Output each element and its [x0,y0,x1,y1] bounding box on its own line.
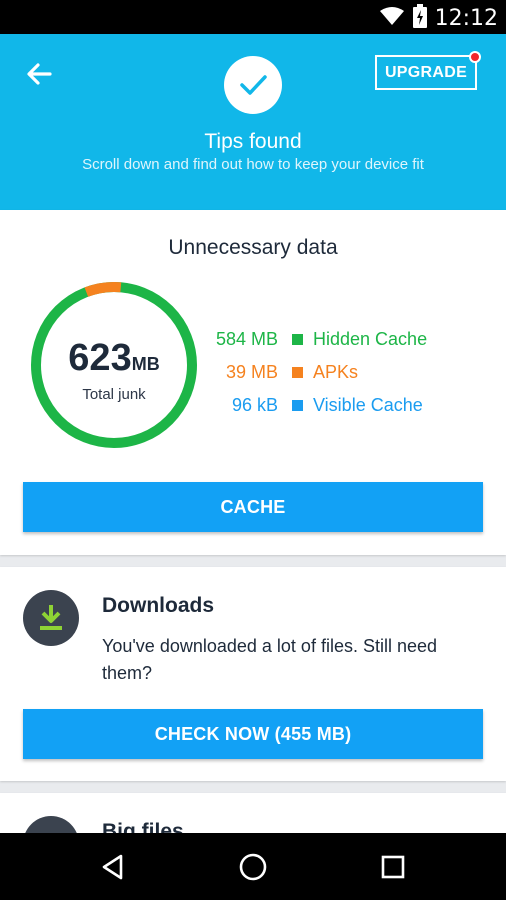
total-junk-label: Total junk [82,386,146,403]
status-bar: 12:12 [0,0,506,34]
download-icon [23,590,79,646]
unnecessary-data-card: Unnecessary data 623MB Total junk 584 MB… [0,210,506,555]
legend-label: Visible Cache [313,395,423,415]
downloads-title: Downloads [102,594,215,617]
downloads-card: Downloads You've downloaded a lot of fil… [0,567,506,781]
battery-charging-icon [412,4,427,33]
legend-value: 96 kB [231,395,278,415]
card-title: Unnecessary data [168,236,338,259]
page-title: Tips found [204,130,302,153]
junk-legend: 584 MB Hidden Cache 39 MB APKs 96 kB Vis… [214,323,494,422]
check-now-button[interactable]: CHECK NOW (455 MB) [23,709,483,759]
legend-hidden-cache: 584 MB Hidden Cache [214,323,494,356]
cache-button[interactable]: CACHE [23,482,483,532]
nav-recents-icon[interactable] [377,851,409,883]
legend-visible-cache: 96 kB Visible Cache [214,389,494,422]
legend-label: Hidden Cache [313,329,428,349]
legend-label: APKs [313,362,359,382]
legend-swatch [292,367,303,378]
back-arrow-icon[interactable] [24,60,56,88]
wifi-icon [379,6,405,31]
legend-swatch [292,334,303,345]
nav-back-icon[interactable] [97,851,129,883]
nav-home-icon[interactable] [237,851,269,883]
upgrade-button[interactable]: UPGRADE [375,51,481,90]
legend-value: 39 MB [225,362,278,382]
header: UPGRADE Tips found Scroll down and find … [0,34,506,210]
page-subtitle: Scroll down and find out how to keep you… [82,156,424,173]
upgrade-label: UPGRADE [384,63,468,81]
legend-swatch [292,400,303,411]
check-icon [224,56,282,114]
downloads-text: You've downloaded a lot of files. Still … [102,636,438,683]
notification-dot [469,51,481,63]
legend-apks: 39 MB APKs [214,356,494,389]
status-time: 12:12 [434,6,498,31]
legend-value: 584 MB [215,329,278,349]
total-junk-value: 623MB [68,337,160,379]
navigation-bar [0,833,506,900]
